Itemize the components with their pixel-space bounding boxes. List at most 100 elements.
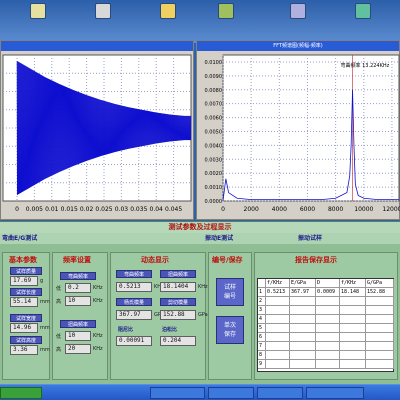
number-save-head: 编号/保存 bbox=[212, 256, 243, 264]
taskbar-item-3[interactable] bbox=[257, 387, 303, 399]
single-save-button[interactable]: 单次 保存 bbox=[216, 316, 244, 344]
report-head: 报告保存显示 bbox=[295, 256, 337, 264]
time-plot-window: 0 0.005 0.01 0.015 0.02 0.025 0.03 0.035 0.04 0.0… bbox=[0, 40, 194, 220]
fft-plot-area bbox=[222, 54, 400, 202]
report-cell: 8 bbox=[258, 351, 266, 360]
taskbar-item-4[interactable] bbox=[306, 387, 364, 399]
report-cell bbox=[340, 360, 366, 369]
fft-y-tick-label: 0.0090 bbox=[205, 74, 223, 80]
poisson-ratio-label: 泊松比 bbox=[162, 327, 178, 333]
fft-y-tick-label: 0.0040 bbox=[205, 143, 223, 149]
report-cell bbox=[340, 351, 366, 360]
report-cell bbox=[366, 351, 394, 360]
time-domain-chart: 0 0.005 0.01 0.015 0.02 0.025 0.03 0.035 0.04 0.0… bbox=[2, 54, 192, 213]
fft-peak-label: 弯曲频率 13.224KHz bbox=[341, 62, 390, 69]
fft-x-tick-label: 4000 bbox=[272, 206, 287, 213]
report-cell bbox=[340, 297, 366, 306]
report-cell bbox=[366, 360, 394, 369]
report-cell bbox=[316, 315, 340, 324]
desktop-toolbar bbox=[0, 0, 400, 43]
menu-vibration-test[interactable]: 振动E测试 bbox=[205, 233, 233, 244]
bend-min-caption: 低 bbox=[56, 286, 62, 292]
main-window-title: 测试参数及过程显示 bbox=[0, 222, 400, 233]
sample-mass-label: 试样质量 bbox=[10, 267, 42, 275]
bend-freq-max-input[interactable]: 10 bbox=[65, 296, 91, 306]
menu-bending-test[interactable]: 弯曲E/G测试 bbox=[2, 233, 37, 244]
damping-ratio-value: 0.00091 bbox=[116, 336, 152, 346]
shear-modulus-label: 剪切模量 bbox=[160, 298, 196, 306]
report-cell bbox=[340, 333, 366, 342]
bend-freq-min-input[interactable]: 0.2 bbox=[65, 283, 91, 293]
fft-plot-title: FFT频谱图(频幅-频率) bbox=[197, 41, 399, 51]
report-cell bbox=[290, 324, 316, 333]
fft-y-tick-label: 0.0030 bbox=[205, 157, 223, 163]
dyn-tors-freq-value: 18.1404 bbox=[160, 282, 196, 292]
fft-y-tick-label: 0.0100 bbox=[205, 60, 223, 66]
report-cell bbox=[266, 360, 290, 369]
report-cell bbox=[366, 297, 394, 306]
start-button[interactable] bbox=[0, 387, 42, 399]
time-x-tick-label: 0.04 bbox=[150, 206, 164, 213]
time-x-tick-label: 0.045 bbox=[165, 206, 182, 213]
time-x-tick-label: 0.03 bbox=[115, 206, 129, 213]
youngs-modulus-value: 367.97 bbox=[116, 310, 152, 320]
report-cell bbox=[266, 306, 290, 315]
sample-mass-unit: g bbox=[40, 278, 44, 284]
basic-params-head: 基本参数 bbox=[9, 256, 37, 264]
fft-plot-window: FFT频谱图(频幅-频率) 0.0100 0.0090 0.0080 0.0070 0.… bbox=[196, 40, 400, 220]
bend-max-caption: 高 bbox=[56, 299, 62, 305]
report-cell: 4 bbox=[258, 315, 266, 324]
sample-height-input[interactable]: 3.36 bbox=[10, 345, 38, 355]
fft-y-tick-label: 0.0050 bbox=[205, 129, 223, 135]
tors-freq-min-input[interactable]: 10 bbox=[65, 331, 91, 341]
report-cell bbox=[366, 306, 394, 315]
desktop-icon-1[interactable] bbox=[30, 3, 46, 19]
report-cell: 152.88 bbox=[366, 288, 394, 297]
report-header-cell: f/KHz bbox=[340, 279, 366, 288]
report-cell bbox=[290, 297, 316, 306]
sample-length-input[interactable]: 55.14 bbox=[10, 297, 38, 307]
report-cell bbox=[366, 324, 394, 333]
time-x-tick-label: 0.02 bbox=[80, 206, 94, 213]
sample-mass-input[interactable]: 17.69 bbox=[10, 276, 38, 286]
damping-ratio-label: 阻尼比 bbox=[118, 327, 134, 333]
sample-number-button[interactable]: 试样 编号 bbox=[216, 278, 244, 306]
report-cell: 5 bbox=[258, 324, 266, 333]
youngs-modulus-label: 杨氏模量 bbox=[116, 298, 152, 306]
fft-y-tick-label: 0.0020 bbox=[205, 171, 223, 177]
report-cell: 6 bbox=[258, 333, 266, 342]
shear-modulus-value: 152.88 bbox=[160, 310, 196, 320]
desktop-icon-6[interactable] bbox=[355, 3, 371, 19]
sample-width-input[interactable]: 14.96 bbox=[10, 323, 38, 333]
bend-max-unit: KHz bbox=[93, 298, 103, 304]
dyn-bend-freq-value: 0.5213 bbox=[116, 282, 152, 292]
menu-vibration-sample[interactable]: 振动试样 bbox=[298, 233, 322, 244]
fft-y-tick-label: 0.0010 bbox=[205, 185, 223, 191]
fft-y-tick-label: 0.0000 bbox=[205, 199, 223, 205]
time-x-tick-label: 0.005 bbox=[26, 206, 43, 213]
report-header-cell bbox=[258, 279, 266, 288]
report-cell bbox=[316, 342, 340, 351]
desktop-icon-5[interactable] bbox=[290, 3, 306, 19]
report-cell bbox=[316, 360, 340, 369]
taskbar-item-2[interactable] bbox=[208, 387, 254, 399]
desktop-icon-4[interactable] bbox=[218, 3, 234, 19]
sample-width-label: 试样宽度 bbox=[10, 314, 42, 322]
report-cell bbox=[340, 342, 366, 351]
report-cell bbox=[266, 315, 290, 324]
report-header-cell: f/KHz bbox=[266, 279, 290, 288]
report-cell bbox=[266, 324, 290, 333]
desktop-icon-2[interactable] bbox=[95, 3, 111, 19]
report-cell: 367.97 bbox=[290, 288, 316, 297]
time-x-tick-label: 0.035 bbox=[130, 206, 147, 213]
tors-freq-max-input[interactable]: 20 bbox=[65, 344, 91, 354]
tors-max-unit: KHz bbox=[93, 346, 103, 352]
sample-length-label: 试样长度 bbox=[10, 288, 42, 296]
taskbar-item-1[interactable] bbox=[150, 387, 205, 399]
desktop-icon-3[interactable] bbox=[160, 3, 176, 19]
report-cell bbox=[316, 333, 340, 342]
report-cell bbox=[266, 297, 290, 306]
fft-x-tick-label: 0 bbox=[221, 206, 225, 213]
report-cell bbox=[366, 333, 394, 342]
time-x-tick-label: 0 bbox=[15, 206, 19, 213]
